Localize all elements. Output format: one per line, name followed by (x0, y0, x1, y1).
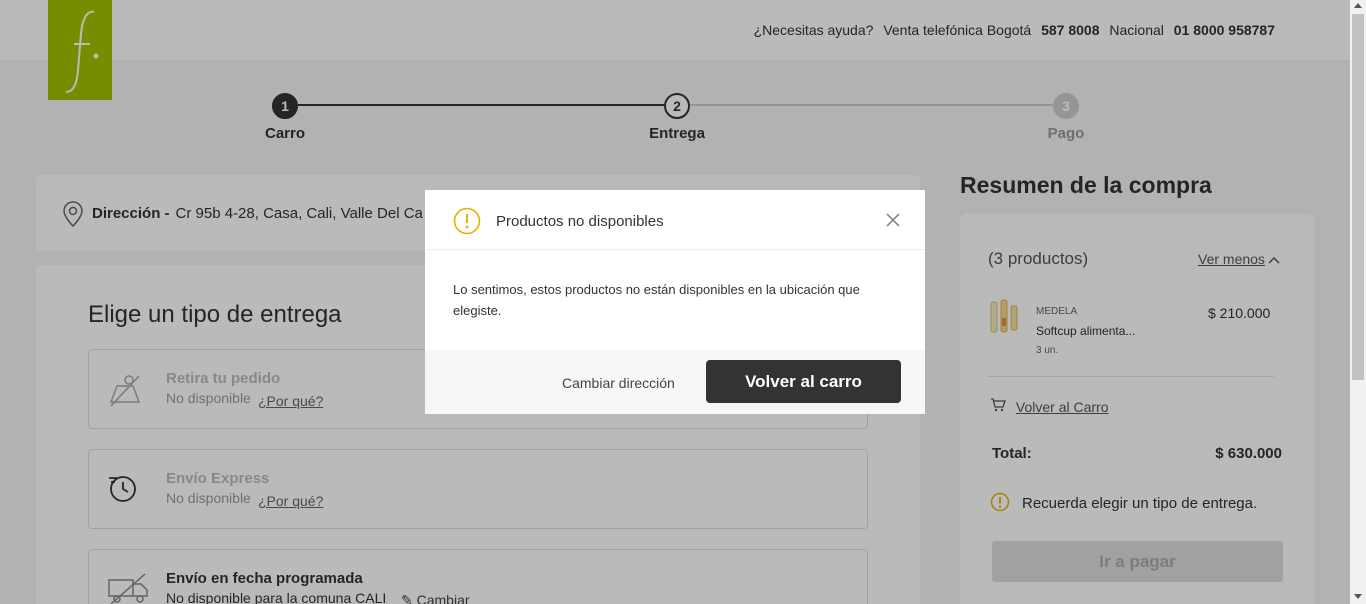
warning-icon (453, 207, 481, 240)
change-address-button[interactable]: Cambiar dirección (562, 375, 675, 391)
modal-footer: Cambiar dirección Volver al carro (425, 350, 925, 414)
close-icon[interactable] (885, 212, 901, 233)
scroll-down-arrow-icon[interactable] (1354, 594, 1362, 599)
scrollbar[interactable] (1350, 0, 1366, 604)
scrollbar-thumb[interactable] (1352, 14, 1364, 380)
modal-title: Productos no disponibles (496, 213, 664, 230)
scroll-up-arrow-icon[interactable] (1354, 3, 1362, 8)
unavailable-products-modal: Productos no disponibles Lo sentimos, es… (425, 190, 925, 414)
back-to-cart-button[interactable]: Volver al carro (706, 360, 901, 403)
modal-message: Lo sentimos, estos productos no están di… (453, 282, 860, 318)
modal-header: Productos no disponibles (425, 190, 925, 250)
